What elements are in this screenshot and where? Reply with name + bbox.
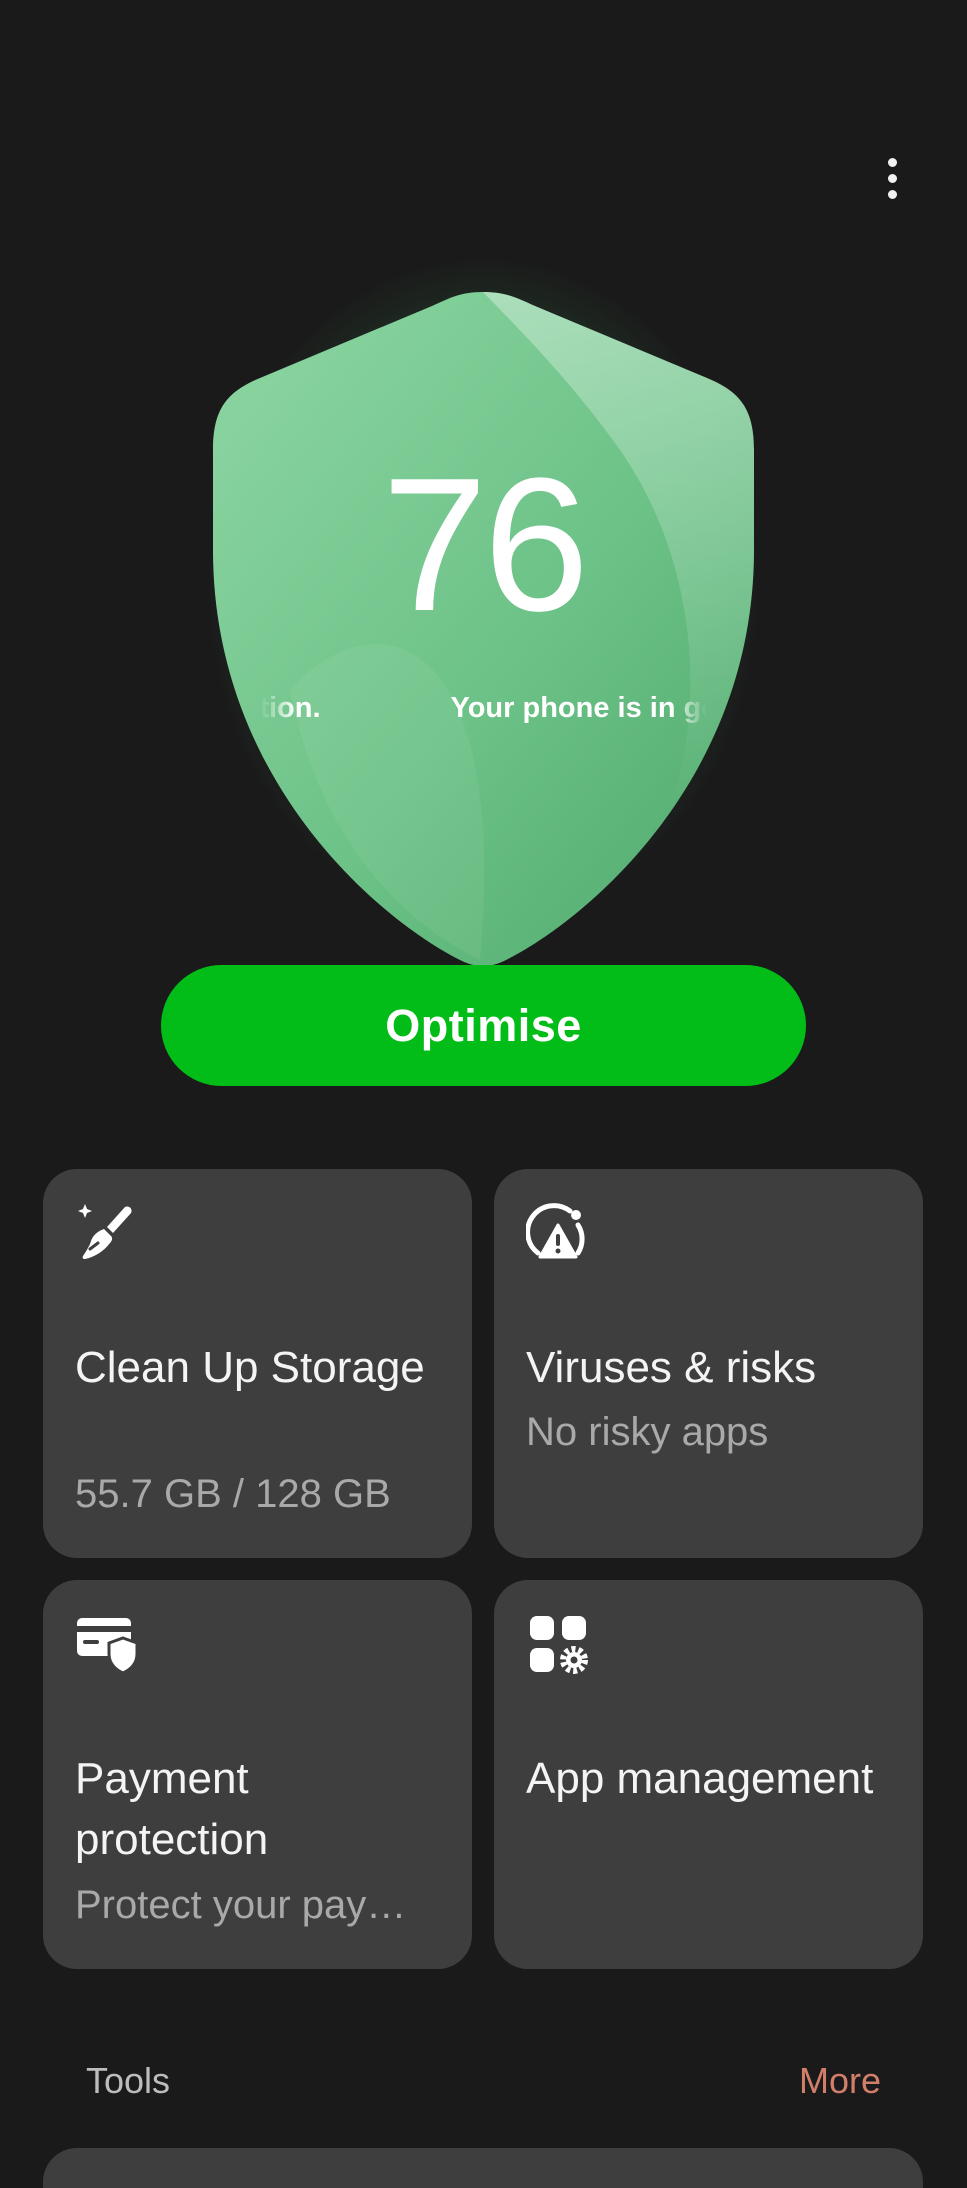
broom-sparkle-icon [78, 1204, 132, 1259]
status-message: Your phone is in good condition. [260, 692, 321, 724]
card-title: Viruses & risks [526, 1343, 817, 1392]
device-care-shield: 76 Your phone is in good condition.Your … [150, 220, 817, 980]
status-ticker: Your phone is in good condition. Your pho… [260, 682, 707, 732]
status-message-repeat: Your phone is in good condition. [450, 692, 707, 724]
risk-status: No risky apps [526, 1410, 769, 1454]
card-shield-icon [77, 1618, 139, 1675]
storage-usage: 55.7 GB / 128 GB [75, 1472, 391, 1516]
tools-card-peek[interactable] [43, 2148, 923, 2188]
tools-section-title: Tools [86, 2060, 171, 2101]
warning-radar-icon [526, 1203, 585, 1259]
app-management-card[interactable]: App management [494, 1580, 923, 1969]
tools-more-link[interactable]: More [799, 2060, 881, 2102]
more-vertical-icon [887, 157, 897, 167]
card-title: App management [526, 1754, 874, 1803]
card-title: Payment protection [75, 1754, 269, 1864]
device-score: 76 [381, 439, 589, 651]
apps-gear-icon [530, 1616, 588, 1674]
optimise-button[interactable]: Optimise [161, 965, 806, 1086]
payment-protection-card[interactable]: Payment protection Protect your pay… [43, 1580, 472, 1969]
more-vertical-icon-dot [887, 173, 897, 183]
more-vertical-icon-dot [887, 189, 897, 199]
viruses-risks-card[interactable]: Viruses & risks No risky apps [494, 1169, 923, 1558]
more-options-button[interactable] [872, 150, 912, 206]
clean-up-storage-card[interactable]: Clean Up Storage 55.7 GB / 128 GB [43, 1169, 472, 1558]
payment-status: Protect your pay… [75, 1883, 407, 1927]
card-title: Clean Up Storage [75, 1343, 425, 1392]
